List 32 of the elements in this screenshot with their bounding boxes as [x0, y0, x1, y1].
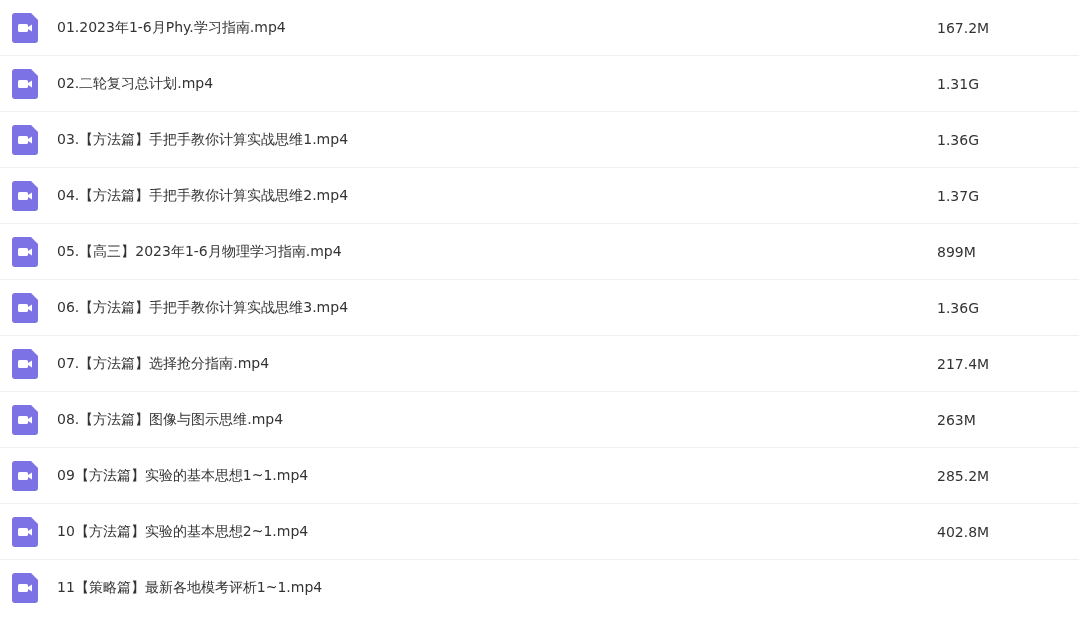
- file-size: 1.36G: [937, 131, 980, 148]
- file-name[interactable]: 03.【方法篇】手把手教你计算实战思维1.mp4: [57, 130, 937, 149]
- file-size: 899M: [937, 243, 976, 260]
- file-size: 402.8M: [937, 523, 990, 540]
- file-name[interactable]: 10【方法篇】实验的基本思想2~1.mp4: [57, 522, 937, 541]
- file-size: 1.36G: [937, 299, 980, 316]
- file-size: 1.31G: [937, 75, 980, 92]
- video-file-icon: [12, 404, 38, 435]
- file-name[interactable]: 08.【方法篇】图像与图示思维.mp4: [57, 410, 937, 429]
- file-size: 263M: [937, 411, 976, 428]
- video-file-icon: [12, 460, 38, 491]
- video-file-icon: [12, 516, 38, 547]
- file-name[interactable]: 01.2023年1-6月Phy.学习指南.mp4: [57, 18, 937, 37]
- file-size: 285.2M: [937, 467, 990, 484]
- video-file-icon: [12, 292, 38, 323]
- file-name[interactable]: 04.【方法篇】手把手教你计算实战思维2.mp4: [57, 186, 937, 205]
- file-name[interactable]: 02.二轮复习总计划.mp4: [57, 74, 937, 93]
- video-file-icon: [12, 68, 38, 99]
- video-file-icon: [12, 348, 38, 379]
- file-size: 167.2M: [937, 19, 990, 36]
- file-name[interactable]: 06.【方法篇】手把手教你计算实战思维3.mp4: [57, 298, 937, 317]
- file-size: 1.37G: [937, 187, 980, 204]
- video-file-icon: [12, 236, 38, 267]
- video-file-icon: [12, 124, 38, 155]
- file-name[interactable]: 05.【高三】2023年1-6月物理学习指南.mp4: [57, 242, 937, 261]
- video-file-icon: [12, 572, 38, 603]
- video-file-icon: [12, 180, 38, 211]
- file-size: 217.4M: [937, 355, 990, 372]
- file-name[interactable]: 07.【方法篇】选择抢分指南.mp4: [57, 354, 937, 373]
- file-name[interactable]: 11【策略篇】最新各地模考评析1~1.mp4: [57, 578, 937, 597]
- file-name[interactable]: 09【方法篇】实验的基本思想1~1.mp4: [57, 466, 937, 485]
- video-file-icon: [12, 12, 38, 43]
